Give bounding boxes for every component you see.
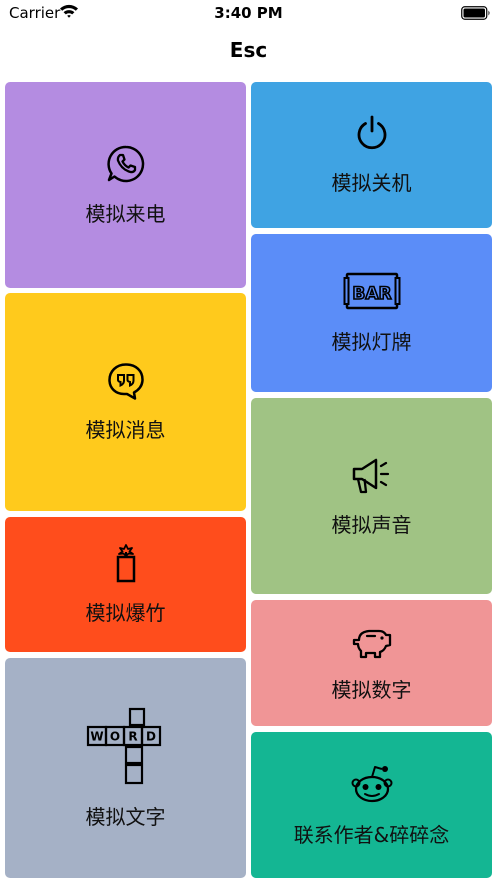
crossword-letter: R: [128, 729, 137, 743]
tile-label: 模拟关机: [331, 170, 412, 195]
simulate-light-sign-tile[interactable]: BAR 模拟灯牌: [251, 234, 492, 392]
svg-text:BAR: BAR: [352, 284, 391, 304]
reddit-alien-icon: [351, 763, 393, 805]
tile-label: 模拟爆竹: [85, 601, 166, 625]
nav-title: Esc: [229, 38, 268, 62]
piggy-bank-icon: [351, 624, 393, 660]
simulate-sound-tile[interactable]: 模拟声音: [251, 398, 492, 594]
power-icon: [354, 115, 390, 153]
tile-label: 模拟灯牌: [331, 329, 412, 354]
simulate-call-tile[interactable]: 模拟来电: [5, 82, 246, 288]
status-bar: Carrier 3:40 PM: [0, 0, 497, 26]
tile-label: 模拟数字: [331, 677, 412, 702]
megaphone-icon: [351, 455, 393, 495]
status-time: 3:40 PM: [214, 4, 283, 22]
crossword-icon: W O R D: [86, 707, 166, 787]
bar-sign-icon: BAR: [343, 272, 401, 312]
tile-label: 模拟消息: [85, 417, 166, 442]
simulate-message-tile[interactable]: 模拟消息: [5, 293, 246, 511]
simulate-number-tile[interactable]: 模拟数字: [251, 600, 492, 726]
contact-author-tile[interactable]: 联系作者&碎碎念: [251, 732, 492, 878]
crossword-letter: D: [146, 729, 156, 743]
tile-label: 联系作者&碎碎念: [293, 822, 450, 847]
crossword-letter: W: [90, 729, 103, 743]
battery-icon: [461, 5, 491, 24]
quote-bubble-icon: [107, 362, 145, 400]
tile-label: 模拟文字: [85, 804, 166, 829]
simulate-text-tile[interactable]: W O R D 模拟文字: [5, 658, 246, 878]
phone-chat-icon: [106, 144, 146, 184]
tile-label: 模拟声音: [331, 512, 412, 537]
simulate-firecracker-tile[interactable]: 模拟爆竹: [5, 517, 246, 652]
tile-label: 模拟来电: [85, 201, 166, 226]
crossword-letter: O: [109, 729, 119, 743]
simulate-shutdown-tile[interactable]: 模拟关机: [251, 82, 492, 228]
firecracker-icon: [111, 543, 141, 583]
